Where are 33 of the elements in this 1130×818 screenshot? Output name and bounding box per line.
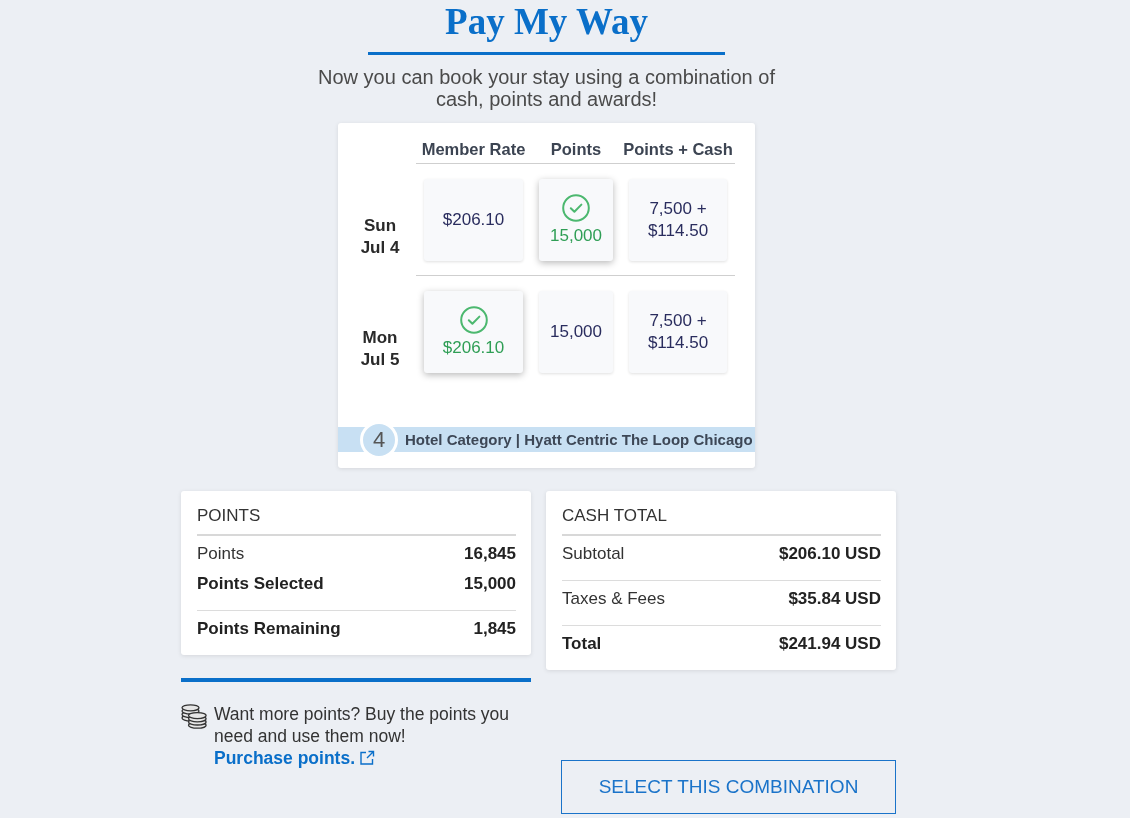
panel-title: POINTS bbox=[197, 505, 516, 536]
check-circle-icon bbox=[562, 193, 590, 222]
select-combination-button[interactable]: SELECT THIS COMBINATION bbox=[561, 760, 896, 814]
summary-value: 15,000 bbox=[464, 573, 516, 595]
hotel-info-text: Hotel Category | Hyatt Centric The Loop Chicago bbox=[405, 431, 753, 448]
promo-text: Want more points? Buy the points you need and use them now! Purchase points. bbox=[214, 703, 511, 769]
check-circle-icon bbox=[459, 305, 488, 334]
date-label: Mon Jul 5 bbox=[359, 327, 401, 371]
purchase-points-link[interactable]: Purchase points. bbox=[214, 748, 375, 768]
panel-title: CASH TOTAL bbox=[562, 505, 881, 536]
summary-value: $206.10 USD bbox=[778, 543, 881, 565]
coin-stack-icon bbox=[181, 704, 207, 729]
summary-value: 16,845 bbox=[464, 543, 516, 565]
column-header: Member Rate bbox=[416, 138, 531, 164]
summary-value: $35.84 USD bbox=[788, 588, 881, 610]
column-header: Points bbox=[531, 138, 621, 164]
rate-option[interactable]: 7,500 + $114.50 bbox=[629, 179, 727, 261]
summary-label: Points Remaining bbox=[197, 618, 341, 640]
rate-option[interactable]: 15,000 bbox=[539, 291, 613, 373]
page-title: Pay My Way bbox=[445, 0, 648, 44]
column-header: Points + Cash bbox=[621, 138, 735, 164]
summary-label: Total bbox=[562, 633, 602, 655]
date-label: Sun Jul 4 bbox=[359, 215, 401, 259]
rate-option[interactable]: $206.10 bbox=[424, 179, 523, 261]
summary-value: 1,845 bbox=[473, 618, 516, 640]
summary-label: Subtotal bbox=[562, 543, 625, 565]
summary-value: $241.94 USD bbox=[778, 633, 881, 655]
summary-label: Taxes & Fees bbox=[562, 588, 665, 610]
page-subtitle: Now you can book your stay using a combination of cash, points and awards! bbox=[317, 66, 776, 110]
rate-option[interactable]: 7,500 + $114.50 bbox=[629, 291, 727, 373]
summary-label: Points bbox=[197, 543, 245, 565]
summary-label: Points Selected bbox=[197, 573, 324, 595]
external-link-icon bbox=[359, 750, 375, 766]
